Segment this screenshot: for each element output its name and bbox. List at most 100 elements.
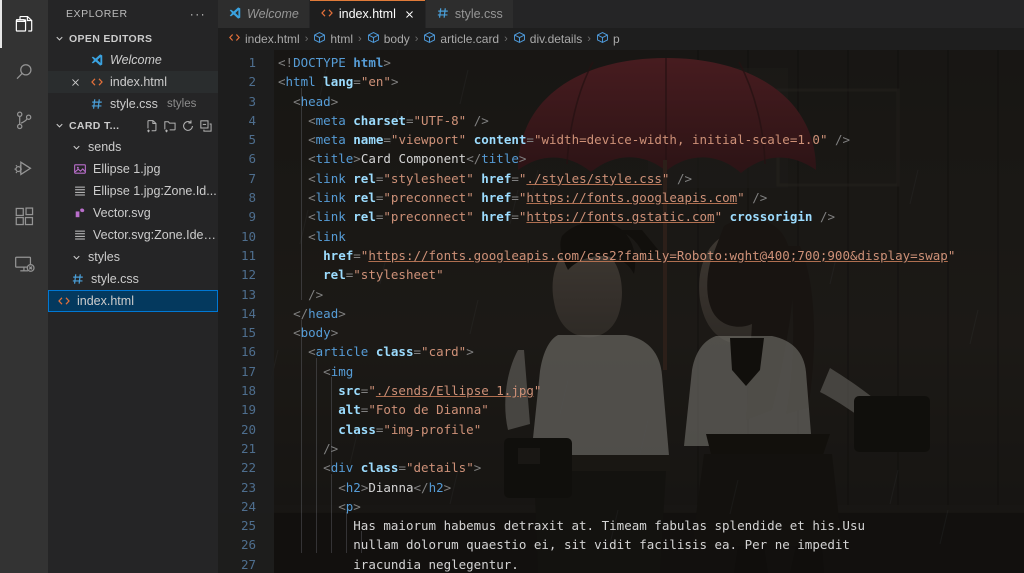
code-line: <article class="card"> bbox=[308, 344, 474, 360]
code-line: alt="Foto de Dianna" bbox=[338, 402, 489, 418]
open-editor-label: Welcome bbox=[110, 53, 162, 67]
chevron-down-icon bbox=[53, 33, 66, 44]
code-line: <html lang="en"> bbox=[278, 74, 399, 90]
svg-file-icon bbox=[72, 206, 88, 220]
activity-bar-search[interactable] bbox=[0, 48, 48, 96]
collapse-all-icon[interactable] bbox=[199, 119, 213, 133]
tree-file-ellipse-zone-id[interactable]: Ellipse 1.jpg:Zone.Id... bbox=[48, 180, 218, 202]
line-number: 14 bbox=[240, 305, 256, 321]
files-icon bbox=[13, 13, 36, 36]
open-editor-label: index.html bbox=[110, 75, 167, 89]
code-editor[interactable]: 1 2 3 4 5 6 7 8 9 10 11 12 13 14 15 16 1 bbox=[218, 50, 1024, 573]
activity-bar-run-and-debug[interactable] bbox=[0, 144, 48, 192]
project-label: CARD T... bbox=[69, 119, 120, 132]
editor-area: Welcome index.html style.css index.html … bbox=[218, 0, 1024, 573]
line-number: 10 bbox=[240, 228, 256, 244]
vscode-logo-icon bbox=[228, 6, 242, 23]
line-number: 24 bbox=[240, 498, 256, 514]
css-icon bbox=[436, 6, 450, 23]
breadcrumb-separator: › bbox=[414, 33, 419, 45]
code-line: <link rel="stylesheet" href="./styles/st… bbox=[308, 170, 693, 186]
tree-folder-sends[interactable]: sends bbox=[48, 136, 218, 158]
breadcrumb-item-body[interactable]: body bbox=[367, 31, 410, 47]
html-icon bbox=[228, 31, 241, 47]
open-editors-section-header[interactable]: OPEN EDITORS bbox=[48, 28, 218, 49]
line-number: 12 bbox=[240, 267, 256, 283]
open-editor-item-style-css[interactable]: style.css styles bbox=[48, 93, 218, 115]
activity-bar bbox=[0, 0, 48, 573]
breadcrumb: index.html › html › body › article.card … bbox=[218, 28, 1024, 50]
project-section-header[interactable]: CARD T... bbox=[48, 115, 218, 136]
breadcrumb-item-p[interactable]: p bbox=[596, 31, 620, 47]
run-and-debug-icon bbox=[13, 157, 36, 180]
line-number: 7 bbox=[248, 170, 256, 186]
code-line: class="img-profile" bbox=[338, 421, 482, 437]
tree-item-label: Ellipse 1.jpg:Zone.Id... bbox=[93, 184, 217, 198]
tree-file-ellipse-jpg[interactable]: Ellipse 1.jpg bbox=[48, 158, 218, 180]
text-file-icon bbox=[72, 184, 88, 198]
tree-item-label: index.html bbox=[77, 294, 134, 308]
line-number: 17 bbox=[240, 363, 256, 379]
open-editors-label: OPEN EDITORS bbox=[69, 32, 153, 45]
code-line: <!DOCTYPE html> bbox=[278, 55, 391, 70]
line-number: 22 bbox=[240, 460, 256, 476]
tree-file-vector-zone-id[interactable]: Vector.svg:Zone.Iden... bbox=[48, 224, 218, 246]
code-line: href="https://fonts.googleapis.com/css2?… bbox=[323, 247, 956, 263]
tree-file-vector-svg[interactable]: Vector.svg bbox=[48, 202, 218, 224]
breadcrumb-item-html[interactable]: html bbox=[313, 31, 353, 47]
code-line: nullam dolorum quaestio ei, sit vidit fa… bbox=[353, 537, 850, 553]
open-editor-item-welcome[interactable]: Welcome bbox=[48, 49, 218, 71]
code-line: <meta charset="UTF-8" /> bbox=[308, 112, 489, 128]
code-lines[interactable]: <!DOCTYPE html> <html lang="en"> <head> … bbox=[274, 50, 1024, 573]
tree-file-index-html[interactable]: index.html bbox=[48, 290, 218, 312]
activity-bar-extensions[interactable] bbox=[0, 192, 48, 240]
chevron-down-icon bbox=[53, 120, 66, 131]
breadcrumb-label: div.details bbox=[529, 32, 583, 46]
line-number: 20 bbox=[240, 421, 256, 437]
tab-style-css[interactable]: style.css bbox=[425, 0, 514, 28]
symbol-field-icon bbox=[596, 31, 609, 47]
explorer-sidebar: EXPLORER ··· OPEN EDITORS Welcome index.… bbox=[48, 0, 218, 573]
explorer-title-bar: EXPLORER ··· bbox=[48, 0, 218, 28]
tab-welcome[interactable]: Welcome bbox=[218, 0, 310, 28]
code-line: <h2>Dianna</h2> bbox=[338, 479, 452, 495]
open-editor-item-index-html[interactable]: index.html bbox=[48, 71, 218, 93]
vscode-window: EXPLORER ··· OPEN EDITORS Welcome index.… bbox=[0, 0, 1024, 573]
text-file-icon bbox=[72, 228, 88, 242]
activity-bar-remote-explorer[interactable] bbox=[0, 240, 48, 288]
breadcrumb-separator: › bbox=[504, 33, 508, 45]
breadcrumb-separator: › bbox=[358, 33, 362, 45]
breadcrumb-item-div-details[interactable]: div.details bbox=[513, 31, 582, 47]
close-icon[interactable] bbox=[70, 77, 81, 88]
tree-item-label: Vector.svg:Zone.Iden... bbox=[93, 228, 218, 242]
html-icon bbox=[89, 75, 105, 89]
activity-bar-source-control[interactable] bbox=[0, 96, 48, 144]
breadcrumb-label: article.card bbox=[440, 32, 500, 46]
code-line: <body> bbox=[293, 325, 339, 341]
line-number: 2 bbox=[248, 74, 256, 90]
chevron-down-icon bbox=[68, 142, 84, 153]
breadcrumb-item-file[interactable]: index.html bbox=[228, 31, 300, 47]
line-number: 23 bbox=[240, 479, 256, 495]
image-file-icon bbox=[72, 162, 88, 176]
line-number: 18 bbox=[240, 383, 256, 399]
explorer-more-actions-icon[interactable]: ··· bbox=[190, 7, 210, 21]
code-line: <p> bbox=[338, 498, 361, 514]
code-content[interactable]: 1 2 3 4 5 6 7 8 9 10 11 12 13 14 15 16 1 bbox=[218, 50, 1024, 573]
code-line: </head> bbox=[293, 305, 346, 321]
new-folder-icon[interactable] bbox=[163, 119, 177, 133]
tab-index-html[interactable]: index.html bbox=[309, 0, 426, 28]
breadcrumb-item-article-card[interactable]: article.card bbox=[423, 31, 499, 47]
tree-item-label: style.css bbox=[91, 272, 139, 286]
code-line: <meta name="viewport" content="width=dev… bbox=[308, 132, 851, 148]
tree-folder-styles[interactable]: styles bbox=[48, 246, 218, 268]
activity-bar-explorer[interactable] bbox=[0, 0, 48, 48]
close-icon[interactable] bbox=[404, 9, 415, 20]
tree-file-style-css[interactable]: style.css bbox=[48, 268, 218, 290]
code-line: /> bbox=[323, 440, 339, 456]
refresh-icon[interactable] bbox=[181, 119, 195, 133]
new-file-icon[interactable] bbox=[145, 119, 159, 133]
code-line: <link bbox=[308, 228, 346, 244]
html-icon bbox=[320, 6, 334, 23]
code-line: <link rel="preconnect" href="https://fon… bbox=[308, 209, 836, 225]
